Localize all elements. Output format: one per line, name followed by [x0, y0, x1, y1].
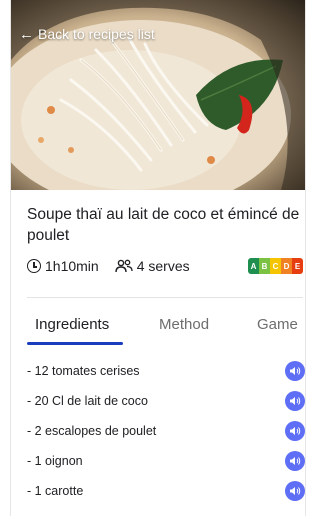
- divider: [27, 297, 303, 298]
- speaker-button[interactable]: [285, 361, 305, 381]
- list-item: - 12 tomates cerises: [11, 356, 305, 386]
- list-item: - 20 Cl de lait de coco: [11, 386, 305, 416]
- speaker-icon: [290, 427, 301, 435]
- nutriscore-letter-d: D: [281, 258, 292, 274]
- tab-game[interactable]: Game: [257, 316, 298, 333]
- ingredient-text: - 1 carotte: [27, 484, 84, 498]
- speaker-button[interactable]: [285, 451, 305, 471]
- nutriscore-letter-e: E: [292, 258, 303, 274]
- nutriscore-letter-a: A: [248, 258, 259, 274]
- duration-info: 1h10min: [27, 258, 99, 274]
- serves-text: 4 serves: [136, 258, 190, 274]
- nutriscore-letter-c: C: [270, 258, 281, 274]
- back-to-recipes-link[interactable]: ← Back to recipes list: [19, 26, 155, 42]
- people-icon: [115, 259, 133, 273]
- speaker-icon: [290, 397, 301, 405]
- active-tab-indicator: [27, 342, 123, 345]
- speaker-icon: [290, 367, 301, 375]
- speaker-button[interactable]: [285, 481, 305, 501]
- recipe-screen: ← Back to recipes list Soupe thaï au lai…: [10, 0, 306, 516]
- ingredient-text: - 12 tomates cerises: [27, 364, 140, 378]
- tab-method[interactable]: Method: [159, 316, 209, 333]
- back-link-label: Back to recipes list: [38, 26, 155, 42]
- recipe-hero-image: ← Back to recipes list: [11, 0, 305, 190]
- list-item: - 2 escalopes de poulet: [11, 416, 305, 446]
- list-item: - 1 carotte: [11, 476, 305, 506]
- nutriscore-badge: ABCDE: [248, 258, 303, 274]
- speaker-icon: [290, 457, 301, 465]
- speaker-button[interactable]: [285, 421, 305, 441]
- recipe-title: Soupe thaï au lait de coco et émincé de …: [27, 206, 300, 244]
- speaker-button[interactable]: [285, 391, 305, 411]
- nutriscore-letter-b: B: [259, 258, 270, 274]
- duration-text: 1h10min: [45, 258, 99, 274]
- serves-info: 4 serves: [115, 258, 190, 274]
- clock-icon: [27, 259, 41, 273]
- arrow-left-icon: ←: [19, 25, 34, 43]
- speaker-icon: [290, 487, 301, 495]
- ingredient-text: - 1 oignon: [27, 454, 83, 468]
- ingredients-list: - 12 tomates cerises - 20 Cl de lait de …: [11, 356, 305, 506]
- ingredient-text: - 20 Cl de lait de coco: [27, 394, 148, 408]
- ingredient-text: - 2 escalopes de poulet: [27, 424, 157, 438]
- recipe-meta: 1h10min 4 serves ABCDE: [27, 256, 303, 276]
- tab-ingredients[interactable]: Ingredients: [35, 316, 109, 333]
- list-item: - 1 oignon: [11, 446, 305, 476]
